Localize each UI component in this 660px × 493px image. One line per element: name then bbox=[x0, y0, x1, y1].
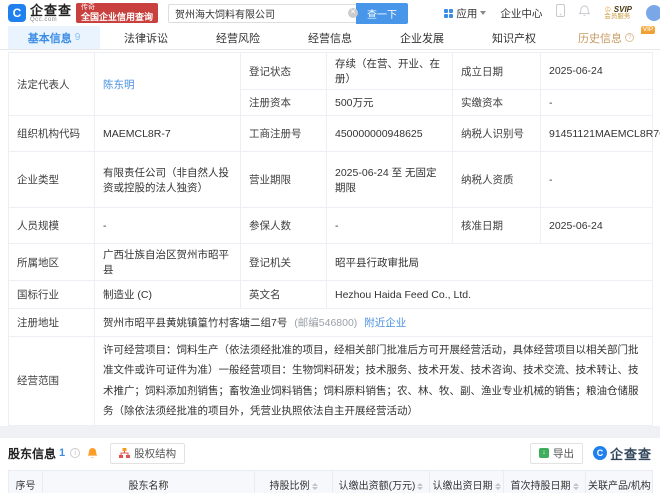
basic-info-table: 法定代表人 陈东明 登记状态 存续（在营、开业、在册） 成立日期 2025-06… bbox=[8, 52, 660, 426]
col-index: 序号 bbox=[8, 469, 43, 493]
notification-bell-icon[interactable] bbox=[578, 4, 592, 22]
biz-reg-no-value: 450000000948625 bbox=[326, 115, 453, 152]
shareholders-title: 股东信息 bbox=[8, 446, 57, 461]
address-value: 贺州市昭平县黄姚镇篁竹村客塘二组7号 (邮编546800) 附近企业 bbox=[94, 308, 653, 337]
enterprise-center-link[interactable]: 企业中心 bbox=[500, 6, 542, 21]
equity-structure-button[interactable]: 股权结构 bbox=[110, 442, 186, 464]
qcc-logo-icon: C bbox=[8, 4, 26, 22]
insured-value: - bbox=[326, 207, 453, 244]
info-circle-icon: ? bbox=[625, 33, 634, 42]
col-share-ratio[interactable]: 持股比例 bbox=[254, 469, 333, 493]
paid-capital-value: - bbox=[540, 89, 653, 116]
field-label: 经营范围 bbox=[8, 336, 95, 426]
staff-size-value: - bbox=[94, 207, 241, 244]
qcc-watermark: C 企查查 bbox=[592, 444, 652, 463]
chevron-down-icon bbox=[480, 11, 487, 15]
establish-date-value: 2025-06-24 bbox=[540, 52, 653, 90]
field-label: 登记状态 bbox=[240, 52, 327, 90]
credit-query-badge: 传奇 全国企业信用查询 bbox=[76, 2, 159, 24]
apps-grid-icon bbox=[444, 8, 454, 18]
postcode: (邮编546800) bbox=[294, 317, 358, 329]
col-related-products: 关联产品/机构 bbox=[585, 469, 653, 493]
taxpayer-id-value: 91451121MAEMCL8R7C bbox=[540, 115, 660, 152]
field-label: 英文名 bbox=[240, 280, 327, 309]
tab-count: 9 bbox=[74, 32, 81, 43]
shareholders-count: 1 bbox=[59, 447, 66, 460]
col-first-holding-date[interactable]: 首次持股日期 bbox=[503, 469, 586, 493]
reg-authority-value: 昭平县行政审批局 bbox=[326, 243, 653, 281]
reg-status-value: 存续（在营、开业、在册） bbox=[326, 52, 453, 90]
vip-badge: VIP bbox=[640, 26, 656, 34]
field-label: 组织机构代码 bbox=[8, 115, 95, 152]
tab-intellectual-property[interactable]: 知识产权 bbox=[468, 26, 560, 49]
col-shareholder-name: 股东名称 bbox=[42, 469, 255, 493]
export-icon: ↓ bbox=[538, 448, 549, 459]
sort-icon bbox=[572, 482, 579, 490]
field-label: 营业期限 bbox=[240, 151, 327, 208]
field-label: 人员规模 bbox=[8, 207, 95, 244]
reg-capital-value: 500万元 bbox=[326, 89, 453, 116]
export-button[interactable]: ↓ 导出 bbox=[529, 442, 583, 464]
shareholders-table: 序号 股东名称 持股比例 认缴出资额(万元) 认缴出资日期 首次持股日期 关联产… bbox=[8, 469, 653, 493]
org-code-value: MAEMCL8R-7 bbox=[94, 115, 241, 152]
region-value: 广西壮族自治区贺州市昭平县 bbox=[94, 243, 241, 281]
tab-operation-risk[interactable]: 经营风险 bbox=[192, 26, 284, 49]
company-type-value: 有限责任公司（非自然人投资或控股的法人独资） bbox=[94, 151, 241, 208]
col-subscribed-amount[interactable]: 认缴出资额(万元) bbox=[332, 469, 430, 493]
field-label: 成立日期 bbox=[452, 52, 541, 90]
field-label: 登记机关 bbox=[240, 243, 327, 281]
table-header-row: 序号 股东名称 持股比例 认缴出资额(万元) 认缴出资日期 首次持股日期 关联产… bbox=[8, 469, 653, 493]
approval-date-value: 2025-06-24 bbox=[540, 207, 653, 244]
field-label: 工商注册号 bbox=[240, 115, 327, 152]
field-label: 纳税人资质 bbox=[452, 151, 541, 208]
qcc-logo-text: 企查查 bbox=[30, 2, 73, 18]
tab-company-development[interactable]: 企业发展 bbox=[376, 26, 468, 49]
org-chart-icon bbox=[119, 447, 131, 458]
legal-rep-link[interactable]: 陈东明 bbox=[103, 79, 135, 91]
company-search-input[interactable] bbox=[168, 3, 357, 23]
search-button[interactable]: 查一下 bbox=[356, 2, 409, 24]
top-header: C 企查查 Qcc.com 传奇 全国企业信用查询 ✕ 查一下 应用 企业中心 … bbox=[0, 0, 660, 26]
mobile-app-icon[interactable] bbox=[556, 4, 566, 22]
biz-term-value: 2025-06-24 至 无固定期限 bbox=[326, 151, 453, 208]
legal-rep-value: 陈东明 bbox=[94, 52, 241, 116]
taxpayer-quality-value: - bbox=[540, 151, 653, 208]
svip-member-badge[interactable]: ♔ SVIP 会员服务 bbox=[604, 5, 632, 21]
field-label: 实缴资本 bbox=[452, 89, 541, 116]
field-label: 注册地址 bbox=[8, 308, 95, 337]
tab-history-info[interactable]: VIP 历史信息 ? bbox=[560, 26, 656, 49]
search-clear-icon[interactable]: ✕ bbox=[348, 8, 359, 18]
field-label: 核准日期 bbox=[452, 207, 541, 244]
field-label: 法定代表人 bbox=[8, 52, 95, 116]
field-label: 企业类型 bbox=[8, 151, 95, 208]
col-subscribed-date[interactable]: 认缴出资日期 bbox=[429, 469, 504, 493]
shareholders-section: 股东信息 1 i 股权结构 ↓ 导出 C 企查查 序号 股东名称 持股比例 认缴… bbox=[0, 438, 660, 493]
field-label: 参保人数 bbox=[240, 207, 327, 244]
field-label: 纳税人识别号 bbox=[452, 115, 541, 152]
monitor-bell-icon[interactable] bbox=[87, 447, 98, 459]
english-name-value: Hezhou Haida Feed Co., Ltd. bbox=[326, 280, 653, 309]
tab-basic-info[interactable]: 基本信息 9 bbox=[8, 26, 100, 49]
field-label: 国标行业 bbox=[8, 280, 95, 309]
sort-icon bbox=[311, 482, 318, 490]
section-divider bbox=[0, 425, 660, 438]
tab-legal-litigation[interactable]: 法律诉讼 bbox=[100, 26, 192, 49]
nearby-companies-link[interactable]: 附近企业 bbox=[364, 317, 406, 329]
qcc-logo[interactable]: C 企查查 Qcc.com bbox=[8, 4, 72, 23]
sort-icon bbox=[494, 482, 501, 490]
company-detail-tabs: 基本信息 9 法律诉讼 经营风险 经营信息 企业发展 知识产权 VIP 历史信息… bbox=[0, 26, 660, 50]
apps-menu[interactable]: 应用 bbox=[444, 6, 487, 21]
user-avatar[interactable] bbox=[646, 5, 660, 21]
field-label: 注册资本 bbox=[240, 89, 327, 116]
business-scope-value: 许可经营项目：饲料生产（依法须经批准的项目，经相关部门批准后方可开展经营活动，具… bbox=[94, 336, 653, 426]
field-label: 所属地区 bbox=[8, 243, 95, 281]
qcc-watermark-icon: C bbox=[592, 446, 607, 461]
industry-value: 制造业 (C) bbox=[94, 280, 241, 309]
sort-icon bbox=[417, 482, 424, 490]
info-circle-icon[interactable]: i bbox=[70, 448, 81, 459]
tab-operation-info[interactable]: 经营信息 bbox=[284, 26, 376, 49]
